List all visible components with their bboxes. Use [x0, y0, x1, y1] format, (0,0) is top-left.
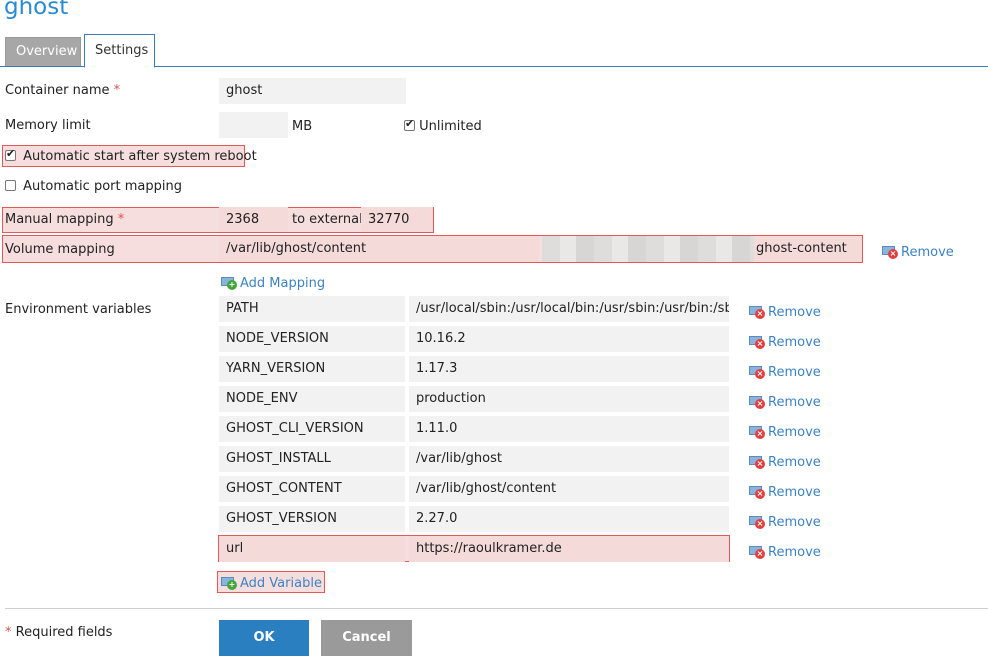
- unlimited-checkbox-row[interactable]: Unlimited: [404, 117, 482, 134]
- env-value-input[interactable]: /usr/local/sbin:/usr/local/bin:/usr/sbin…: [409, 296, 729, 322]
- volume-path-input[interactable]: /var/lib/ghost/content: [219, 236, 539, 262]
- remove-icon: ×: [749, 335, 765, 349]
- env-remove-link[interactable]: × Remove: [749, 455, 821, 470]
- add-icon: +: [221, 276, 237, 290]
- required-note: * Required fields: [5, 625, 113, 640]
- volume-remove-link[interactable]: × Remove: [882, 245, 954, 260]
- add-variable-link[interactable]: + Add Variable: [221, 576, 322, 591]
- env-key-input[interactable]: NODE_VERSION: [219, 326, 405, 352]
- env-remove-link[interactable]: × Remove: [749, 485, 821, 500]
- env-value-input[interactable]: https://raoulkramer.de: [409, 536, 729, 562]
- add-icon: +: [221, 576, 237, 590]
- remove-icon: ×: [749, 545, 765, 559]
- env-key-input[interactable]: url: [219, 536, 405, 562]
- env-key-input[interactable]: GHOST_CONTENT: [219, 476, 405, 502]
- form-divider: [5, 608, 988, 609]
- container-name-label: Container name *: [5, 83, 121, 98]
- env-key-input[interactable]: GHOST_CLI_VERSION: [219, 416, 405, 442]
- remove-icon: ×: [749, 425, 765, 439]
- env-remove-link[interactable]: × Remove: [749, 395, 821, 410]
- env-vars-label: Environment variables: [5, 302, 152, 317]
- add-mapping-link[interactable]: + Add Mapping: [221, 276, 325, 291]
- auto-start-checkbox[interactable]: [5, 147, 16, 161]
- env-remove-link[interactable]: × Remove: [749, 335, 821, 350]
- to-external-label: to external: [292, 212, 363, 227]
- auto-start-row[interactable]: Automatic start after system reboot: [5, 147, 257, 164]
- env-value-input[interactable]: 10.16.2: [409, 326, 729, 352]
- ok-button[interactable]: OK: [219, 620, 309, 656]
- remove-icon: ×: [749, 455, 765, 469]
- tab-bar: Overview Settings: [0, 34, 988, 68]
- container-name-input[interactable]: ghost: [219, 78, 406, 104]
- env-value-input[interactable]: 1.17.3: [409, 356, 729, 382]
- env-remove-link[interactable]: × Remove: [749, 515, 821, 530]
- env-value-input[interactable]: 1.11.0: [409, 416, 729, 442]
- auto-port-checkbox[interactable]: [5, 180, 16, 191]
- env-key-input[interactable]: GHOST_INSTALL: [219, 446, 405, 472]
- env-key-input[interactable]: YARN_VERSION: [219, 356, 405, 382]
- manual-external-port-input[interactable]: 32770: [361, 207, 433, 232]
- volume-blurred-field: [542, 236, 754, 262]
- env-remove-link[interactable]: × Remove: [749, 365, 821, 380]
- env-value-input[interactable]: 2.27.0: [409, 506, 729, 532]
- unlimited-checkbox[interactable]: [404, 117, 415, 131]
- remove-icon: ×: [749, 485, 765, 499]
- env-value-input[interactable]: production: [409, 386, 729, 412]
- auto-port-row[interactable]: Automatic port mapping: [5, 179, 182, 194]
- manual-internal-port-input[interactable]: 2368: [219, 207, 288, 232]
- env-value-input[interactable]: /var/lib/ghost/content: [409, 476, 729, 502]
- env-remove-link[interactable]: × Remove: [749, 545, 821, 560]
- remove-icon: ×: [749, 515, 765, 529]
- tab-settings[interactable]: Settings: [84, 34, 155, 68]
- remove-icon: ×: [749, 395, 765, 409]
- env-key-input[interactable]: GHOST_VERSION: [219, 506, 405, 532]
- remove-icon: ×: [749, 365, 765, 379]
- env-remove-link[interactable]: × Remove: [749, 425, 821, 440]
- cancel-button[interactable]: Cancel: [321, 620, 412, 656]
- page-title: ghost: [4, 0, 69, 20]
- volume-mapping-label: Volume mapping: [5, 242, 115, 257]
- env-key-input[interactable]: NODE_ENV: [219, 386, 405, 412]
- memory-unit-label: MB: [292, 119, 313, 134]
- env-key-input[interactable]: PATH: [219, 296, 405, 322]
- manual-mapping-label: Manual mapping *: [5, 212, 125, 227]
- remove-icon: ×: [749, 305, 765, 319]
- env-value-input[interactable]: /var/lib/ghost: [409, 446, 729, 472]
- tab-overview[interactable]: Overview: [5, 37, 81, 66]
- memory-limit-label: Memory limit: [5, 118, 91, 133]
- remove-icon: ×: [882, 245, 898, 259]
- memory-limit-input[interactable]: [219, 112, 288, 138]
- volume-name-input[interactable]: ghost-content: [754, 236, 862, 262]
- env-remove-link[interactable]: × Remove: [749, 305, 821, 320]
